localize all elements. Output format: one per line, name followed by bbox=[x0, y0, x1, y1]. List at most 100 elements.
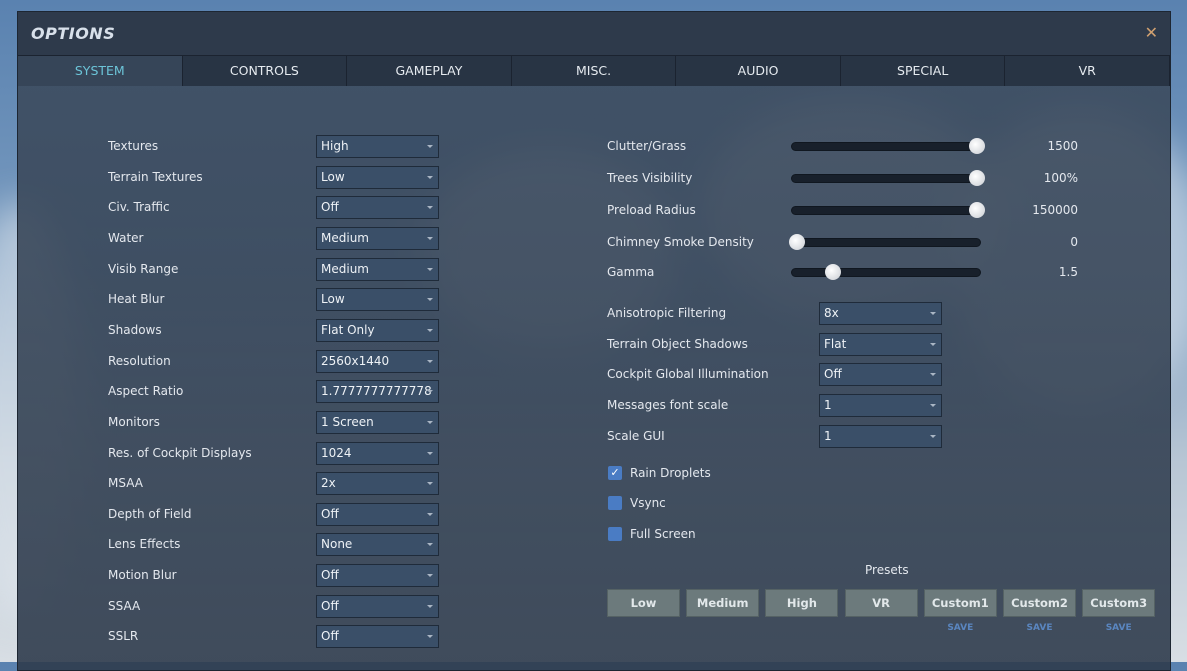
dropdown-value: 8x bbox=[824, 306, 839, 320]
dropdown-motion-blur[interactable]: Off bbox=[316, 564, 439, 588]
tab-special[interactable]: SPECIAL bbox=[841, 56, 1006, 86]
dropdown-value: 1024 bbox=[321, 445, 352, 460]
window-title: OPTIONS bbox=[31, 24, 116, 43]
slider-chimney-smoke-density[interactable] bbox=[789, 234, 981, 250]
tab-controls[interactable]: CONTROLS bbox=[183, 56, 348, 86]
dropdown-res-of-cockpit-displays[interactable]: 1024 bbox=[316, 441, 439, 465]
slider-value: 150000 bbox=[1032, 203, 1078, 217]
dropdown-scale-gui[interactable]: 1 bbox=[819, 424, 942, 448]
dropdown-anisotropic-filtering[interactable]: 8x bbox=[819, 302, 942, 325]
setting-label: Resolution bbox=[108, 353, 171, 368]
save-custom2-button[interactable]: SAVE bbox=[1003, 623, 1076, 633]
chevron-down-icon bbox=[427, 604, 433, 608]
dropdown-msaa[interactable]: 2x bbox=[316, 472, 439, 496]
dropdown-value: 1 bbox=[824, 397, 832, 412]
dropdown-resolution[interactable]: 2560x1440 bbox=[316, 349, 439, 373]
slider-label: Trees Visibility bbox=[607, 171, 693, 185]
setting-label: Terrain Textures bbox=[108, 169, 203, 184]
slider-handle[interactable] bbox=[789, 234, 805, 250]
dropdown-lens-effects[interactable]: None bbox=[316, 533, 439, 557]
title-bar: OPTIONS ✕ bbox=[18, 12, 1170, 56]
dropdown-value: High bbox=[321, 139, 349, 153]
dropdown-shadows[interactable]: Flat Only bbox=[316, 318, 439, 342]
dropdown-aspect-ratio[interactable]: 1.7777777777778 bbox=[316, 380, 439, 404]
dropdown-value: Medium bbox=[321, 230, 369, 245]
preset-button-low[interactable]: Low bbox=[607, 589, 680, 617]
preset-button-custom2[interactable]: Custom2 bbox=[1003, 589, 1076, 617]
chevron-down-icon bbox=[930, 342, 936, 346]
preset-button-custom1[interactable]: Custom1 bbox=[923, 589, 997, 617]
dropdown-textures[interactable]: High bbox=[316, 135, 439, 158]
dropdown-value: 1.7777777777778 bbox=[321, 384, 432, 399]
dropdown-value: 2560x1440 bbox=[321, 353, 390, 368]
chevron-down-icon bbox=[427, 206, 433, 210]
chevron-down-icon bbox=[427, 267, 433, 271]
checkbox-full-screen[interactable] bbox=[608, 526, 622, 541]
tab-misc[interactable]: MISC. bbox=[512, 56, 677, 86]
dropdown-heat-blur[interactable]: Low bbox=[316, 288, 439, 312]
tab-vr[interactable]: VR bbox=[1005, 56, 1171, 86]
slider-handle[interactable] bbox=[825, 264, 841, 280]
save-custom3-button[interactable]: SAVE bbox=[1082, 623, 1155, 633]
slider-label: Clutter/Grass bbox=[607, 139, 687, 153]
tab-system[interactable]: SYSTEM bbox=[18, 56, 183, 86]
slider-value: 1.5 bbox=[1058, 265, 1078, 279]
chevron-down-icon bbox=[930, 403, 936, 407]
chevron-down-icon bbox=[427, 145, 433, 148]
slider-label: Chimney Smoke Density bbox=[607, 235, 754, 249]
setting-label: Civ. Traffic bbox=[108, 200, 170, 215]
preset-button-vr[interactable]: VR bbox=[844, 589, 918, 617]
dropdown-terrain-object-shadows[interactable]: Flat bbox=[819, 332, 942, 356]
dropdown-value: 1 bbox=[824, 428, 832, 443]
slider-clutter-grass[interactable] bbox=[791, 138, 985, 154]
preset-button-medium[interactable]: Medium bbox=[686, 589, 760, 617]
setting-label: Depth of Field bbox=[108, 506, 192, 521]
options-window: OPTIONS ✕ SYSTEM CONTROLS GAMEPLAY MISC. AUD… bbox=[17, 11, 1171, 671]
chevron-down-icon bbox=[427, 236, 433, 240]
tab-audio[interactable]: AUDIO bbox=[676, 56, 841, 86]
close-icon[interactable]: ✕ bbox=[1145, 23, 1158, 42]
chevron-down-icon bbox=[427, 390, 433, 394]
tab-gameplay[interactable]: GAMEPLAY bbox=[347, 56, 512, 86]
dropdown-messages-font-scale[interactable]: 1 bbox=[819, 393, 942, 417]
chevron-down-icon bbox=[427, 543, 433, 547]
chevron-down-icon bbox=[930, 434, 936, 438]
dropdown-depth-of-field[interactable]: Off bbox=[316, 502, 439, 526]
checkbox-label: Vsync bbox=[630, 496, 666, 511]
chevron-down-icon bbox=[427, 574, 433, 578]
setting-label: Cockpit Global Illumination bbox=[607, 367, 769, 382]
chevron-down-icon bbox=[427, 359, 433, 363]
dropdown-value: Off bbox=[321, 200, 339, 215]
chevron-down-icon bbox=[930, 373, 936, 377]
slider-gamma[interactable] bbox=[791, 264, 981, 280]
dropdown-sslr[interactable]: Off bbox=[316, 625, 439, 649]
preset-button-high[interactable]: High bbox=[765, 589, 839, 617]
dropdown-civ-traffic[interactable]: Off bbox=[316, 196, 439, 220]
setting-label: MSAA bbox=[108, 476, 143, 491]
checkbox-rain-droplets[interactable]: ✓ bbox=[608, 466, 622, 480]
chevron-down-icon bbox=[427, 512, 433, 516]
presets-label: Presets bbox=[865, 563, 909, 577]
dropdown-monitors[interactable]: 1 Screen bbox=[316, 410, 439, 434]
checkbox-vsync[interactable] bbox=[608, 496, 622, 511]
setting-label: Anisotropic Filtering bbox=[607, 306, 727, 320]
dropdown-value: 1 Screen bbox=[321, 414, 374, 429]
dropdown-ssaa[interactable]: Off bbox=[316, 594, 439, 618]
slider-value: 100% bbox=[1043, 171, 1078, 185]
dropdown-value: 2x bbox=[321, 476, 336, 491]
dropdown-terrain-textures[interactable]: Low bbox=[316, 165, 439, 189]
chevron-down-icon bbox=[427, 175, 433, 179]
slider-trees-visibility[interactable] bbox=[791, 170, 985, 186]
chevron-down-icon bbox=[427, 482, 433, 486]
dropdown-value: Flat bbox=[824, 336, 847, 351]
preset-button-custom3[interactable]: Custom3 bbox=[1082, 589, 1156, 617]
save-custom1-button[interactable]: SAVE bbox=[924, 623, 997, 633]
checkbox-label: Rain Droplets bbox=[630, 466, 711, 480]
checkbox-label: Full Screen bbox=[630, 526, 696, 541]
slider-preload-radius[interactable] bbox=[791, 202, 985, 218]
dropdown-water[interactable]: Medium bbox=[316, 226, 439, 250]
dropdown-value: Off bbox=[824, 367, 842, 382]
tab-bar: SYSTEM CONTROLS GAMEPLAY MISC. AUDIO SPECIAL V… bbox=[18, 56, 1171, 86]
dropdown-visib-range[interactable]: Medium bbox=[316, 257, 439, 281]
dropdown-cockpit-global-illumination[interactable]: Off bbox=[819, 363, 942, 387]
